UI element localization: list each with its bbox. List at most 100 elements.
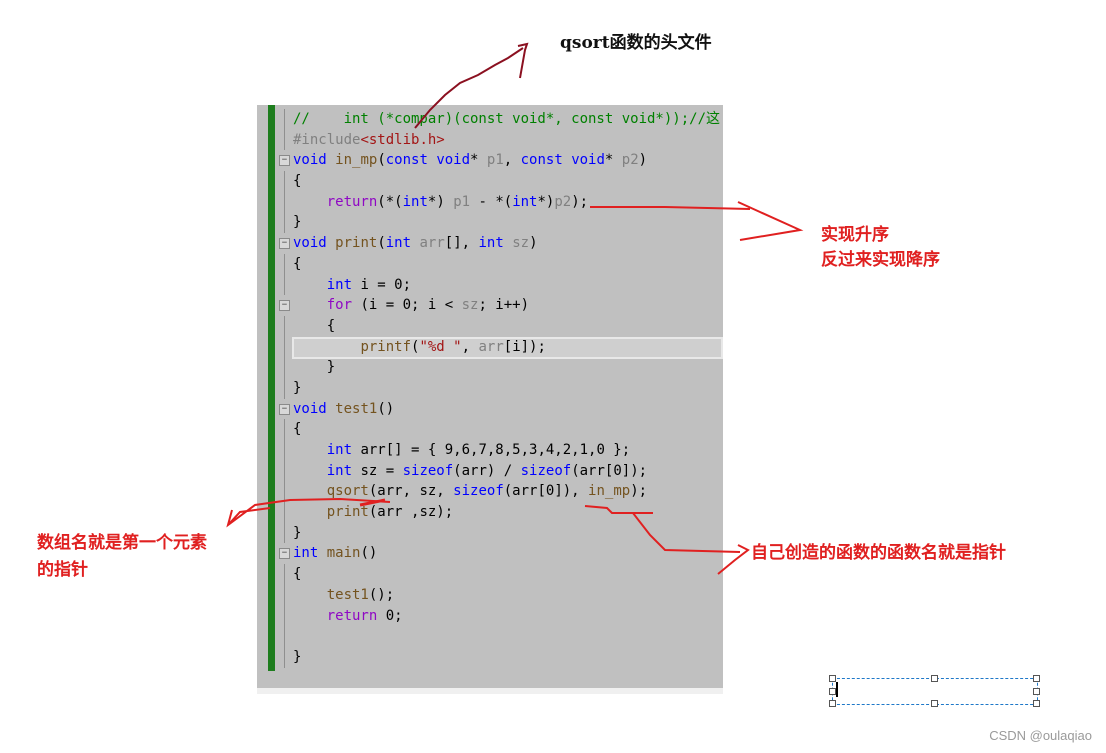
code-line[interactable]: { — [257, 171, 723, 192]
code-line[interactable]: } — [257, 646, 723, 668]
code-token: print — [335, 235, 378, 252]
code-token: ); — [630, 483, 648, 500]
ascending-note: 实现升序 — [821, 225, 889, 245]
code-token: ( — [377, 235, 386, 252]
code-line[interactable] — [257, 626, 723, 647]
resize-handle-top[interactable] — [931, 675, 938, 682]
code-line[interactable]: − void print(int arr[], int sz) — [257, 233, 723, 254]
fold-guide — [284, 191, 285, 213]
code-token: , — [503, 152, 521, 169]
descending-note: 反过来实现降序 — [821, 250, 940, 270]
code-line[interactable]: return 0; — [257, 605, 723, 627]
code-line[interactable]: − void in_mp(const void* p1, const void* … — [257, 150, 723, 171]
code-line[interactable]: int sz = sizeof(arr) / sizeof(arr[0]); — [257, 460, 723, 482]
header-file-note: qsort函数的头文件 — [560, 33, 712, 53]
code-text: } — [293, 212, 301, 233]
code-text: int main() — [293, 543, 377, 564]
code-token: *) — [537, 193, 555, 210]
code-line[interactable]: } — [257, 212, 723, 234]
resize-handle-top-left[interactable] — [829, 675, 836, 682]
code-text: // int (*compar)(const void*, const void… — [293, 109, 720, 130]
resize-handle-bottom-right[interactable] — [1033, 700, 1040, 707]
code-line[interactable]: { — [257, 564, 723, 585]
code-token: } — [293, 524, 302, 541]
code-token: } — [293, 214, 302, 231]
code-token: print — [326, 504, 369, 521]
resize-handle-bottom[interactable] — [931, 700, 938, 707]
code-text: int i = 0; — [293, 275, 411, 296]
code-line[interactable]: } — [257, 377, 723, 399]
code-line[interactable]: // int (*compar)(const void*, const void… — [257, 109, 723, 130]
code-token: } — [293, 648, 302, 665]
code-line[interactable]: − for (i = 0; i < sz; i++) — [257, 295, 723, 316]
array-pointer-note-line1: 数组名就是第一个元素 — [37, 533, 207, 553]
code-line[interactable]: printf("%d ", arr[i]); — [257, 336, 723, 359]
code-line[interactable]: { — [257, 253, 723, 275]
code-token: int — [293, 545, 319, 562]
fold-guide — [284, 481, 285, 503]
fold-guide — [284, 129, 285, 151]
code-editor[interactable]: // int (*compar)(const void*, const void… — [257, 105, 723, 688]
code-line[interactable]: } — [257, 357, 723, 378]
fold-guide — [284, 315, 285, 337]
code-token: * — [470, 152, 487, 169]
fold-toggle-icon[interactable]: − — [279, 403, 290, 415]
code-lines[interactable]: // int (*compar)(const void*, const void… — [257, 109, 723, 668]
code-line[interactable]: int arr[] = { 9,6,7,8,5,3,4,2,1,0 }; — [257, 440, 723, 461]
resize-handle-right[interactable] — [1033, 688, 1040, 695]
code-token: (*( — [377, 193, 403, 210]
code-token: for — [326, 297, 353, 314]
function-pointer-note: 自己创造的函数的函数名就是指针 — [751, 543, 1006, 563]
code-token: // int (*compar)(const void*, const void… — [293, 111, 721, 127]
code-line[interactable]: − int main() — [257, 543, 723, 564]
code-token: i = 0; — [352, 276, 412, 293]
code-line[interactable]: return(*(int*) p1 - *(int*)p2); — [257, 191, 723, 213]
fold-toggle-icon[interactable]: − — [279, 238, 290, 250]
code-token: void — [293, 152, 327, 169]
fold-toggle-icon[interactable]: − — [279, 300, 290, 312]
fold-guide — [284, 626, 285, 647]
code-text: { — [293, 171, 301, 192]
resize-handle-left[interactable] — [829, 688, 836, 695]
code-line[interactable]: int i = 0; — [257, 274, 723, 296]
code-token: sz — [512, 235, 530, 252]
code-line[interactable]: } — [257, 522, 723, 544]
code-token: ( — [377, 152, 386, 169]
code-token: (arr) / — [453, 462, 521, 479]
code-text: void print(int arr[], int sz) — [293, 233, 538, 254]
code-line[interactable]: { — [257, 419, 723, 440]
code-line[interactable]: { — [257, 315, 723, 337]
code-line[interactable]: − void test1() — [257, 399, 723, 420]
code-token: printf — [360, 338, 412, 355]
code-token: (arr, sz, — [368, 483, 454, 500]
code-line[interactable]: test1(); — [257, 584, 723, 606]
code-token: in_mp — [588, 483, 631, 500]
code-token: sizeof — [520, 462, 572, 479]
code-text: { — [293, 316, 335, 337]
code-text: } — [293, 378, 301, 399]
code-line[interactable]: #include<stdlib.h> — [257, 129, 723, 151]
fold-guide — [284, 171, 285, 192]
code-line[interactable]: print(arr ,sz); — [257, 502, 723, 523]
code-token: arr — [419, 235, 445, 252]
code-token: #include — [293, 131, 361, 148]
fold-guide — [284, 502, 285, 523]
fold-toggle-icon[interactable]: − — [279, 155, 290, 167]
code-line[interactable]: qsort(arr, sz, sizeof(arr[0]), in_mp); — [257, 481, 723, 503]
code-text: return 0; — [293, 606, 403, 627]
resize-handle-bottom-left[interactable] — [829, 700, 836, 707]
code-text: void test1() — [293, 399, 394, 420]
fold-toggle-icon[interactable]: − — [279, 548, 290, 560]
resize-handle-top-right[interactable] — [1033, 675, 1040, 682]
code-token: test1 — [326, 586, 369, 603]
editor-status-strip — [257, 688, 723, 694]
